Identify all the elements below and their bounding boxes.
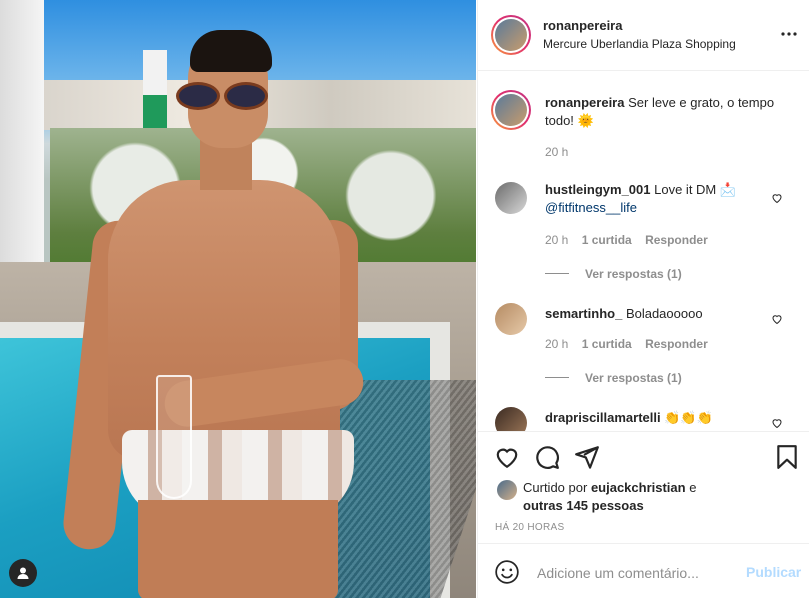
photo-person — [60, 30, 368, 598]
comment-1-likes[interactable]: 1 curtida — [582, 233, 632, 247]
avatar[interactable] — [495, 303, 527, 335]
direct-share-icon[interactable] — [574, 444, 600, 470]
person-hair — [190, 30, 272, 72]
caption: ronanpereira Ser leve e grato, o tempo t… — [545, 94, 785, 130]
person-legs — [138, 500, 338, 598]
comments-list[interactable]: ronanpereira Ser leve e grato, o tempo t… — [478, 71, 809, 431]
comment-1-meta: 20 h 1 curtida Responder — [545, 233, 708, 247]
avatar[interactable] — [495, 182, 527, 214]
comment-1-reply[interactable]: Responder — [645, 233, 708, 247]
comment-2-time[interactable]: 20 h — [545, 337, 568, 351]
comment-1-view-replies[interactable]: Ver respostas (1) — [545, 265, 682, 283]
photo-wall — [0, 0, 44, 270]
comment-1-heart-icon[interactable] — [771, 192, 783, 204]
comment-3-text: 👏👏👏 — [664, 410, 713, 425]
comment-1-time[interactable]: 20 h — [545, 233, 568, 247]
post-location[interactable]: Mercure Uberlandia Plaza Shopping — [543, 37, 736, 51]
more-options-icon[interactable] — [780, 26, 798, 44]
avatar — [495, 94, 527, 126]
comment-1: hustleingym_001 Love it DM 📩 @fitfitness… — [545, 181, 755, 217]
emoji-icon[interactable] — [494, 559, 520, 585]
heart-icon[interactable] — [494, 444, 520, 470]
comment-3-heart-icon[interactable] — [771, 417, 783, 429]
bookmark-icon[interactable] — [774, 444, 800, 470]
likes-others[interactable]: outras 145 pessoas — [523, 498, 644, 513]
liker-avatar[interactable] — [497, 480, 517, 500]
post-header: ronanpereira Mercure Uberlandia Plaza Sh… — [478, 0, 809, 71]
user-tag-icon[interactable] — [9, 559, 37, 587]
avatar — [495, 19, 527, 51]
sunglasses — [176, 82, 272, 110]
comment-1-view-replies-label: Ver respostas (1) — [585, 267, 682, 281]
likes-prefix: Curtido por — [523, 480, 588, 495]
likes-user[interactable]: eujackchristian — [591, 480, 686, 495]
comment-2-reply[interactable]: Responder — [645, 337, 708, 351]
likes-summary: Curtido por eujackchristian e outras 145… — [523, 479, 783, 515]
comment-2: semartinho_ Boladaooooo — [545, 305, 755, 323]
caption-avatar-ring[interactable] — [491, 90, 531, 130]
comment-2-view-replies[interactable]: Ver respostas (1) — [545, 369, 682, 387]
comment-3-username[interactable]: drapriscillamartelli — [545, 410, 661, 425]
comment-input[interactable] — [535, 562, 729, 584]
comment-2-heart-icon[interactable] — [771, 313, 783, 325]
wine-glass — [156, 375, 192, 499]
comment-1-text: Love it DM 📩 — [654, 182, 737, 197]
comment-2-text: Boladaooooo — [625, 306, 703, 321]
comment-2-view-replies-label: Ver respostas (1) — [585, 371, 682, 385]
caption-username[interactable]: ronanpereira — [545, 95, 624, 110]
post-photo[interactable] — [0, 0, 476, 598]
publish-button[interactable]: Publicar — [746, 564, 801, 580]
caption-time[interactable]: 20 h — [545, 145, 568, 159]
comment-2-likes[interactable]: 1 curtida — [582, 337, 632, 351]
post-actions: Curtido por eujackchristian e outras 145… — [478, 431, 809, 544]
post-side-panel: ronanpereira Mercure Uberlandia Plaza Sh… — [477, 0, 809, 598]
comment-2-username[interactable]: semartinho_ — [545, 306, 622, 321]
comment-2-meta: 20 h 1 curtida Responder — [545, 337, 708, 351]
comment-icon[interactable] — [534, 444, 560, 470]
comment-1-username[interactable]: hustleingym_001 — [545, 182, 651, 197]
author-avatar-ring[interactable] — [491, 15, 531, 55]
add-comment-bar: Publicar — [478, 543, 809, 599]
avatar[interactable] — [495, 407, 527, 431]
comment-3: drapriscillamartelli 👏👏👏 — [545, 409, 755, 427]
likes-connector: e — [689, 480, 697, 495]
post-timestamp[interactable]: HÁ 20 HORAS — [495, 522, 564, 533]
author-username[interactable]: ronanpereira — [543, 18, 622, 33]
comment-1-mention[interactable]: @fitfitness__life — [545, 200, 637, 215]
